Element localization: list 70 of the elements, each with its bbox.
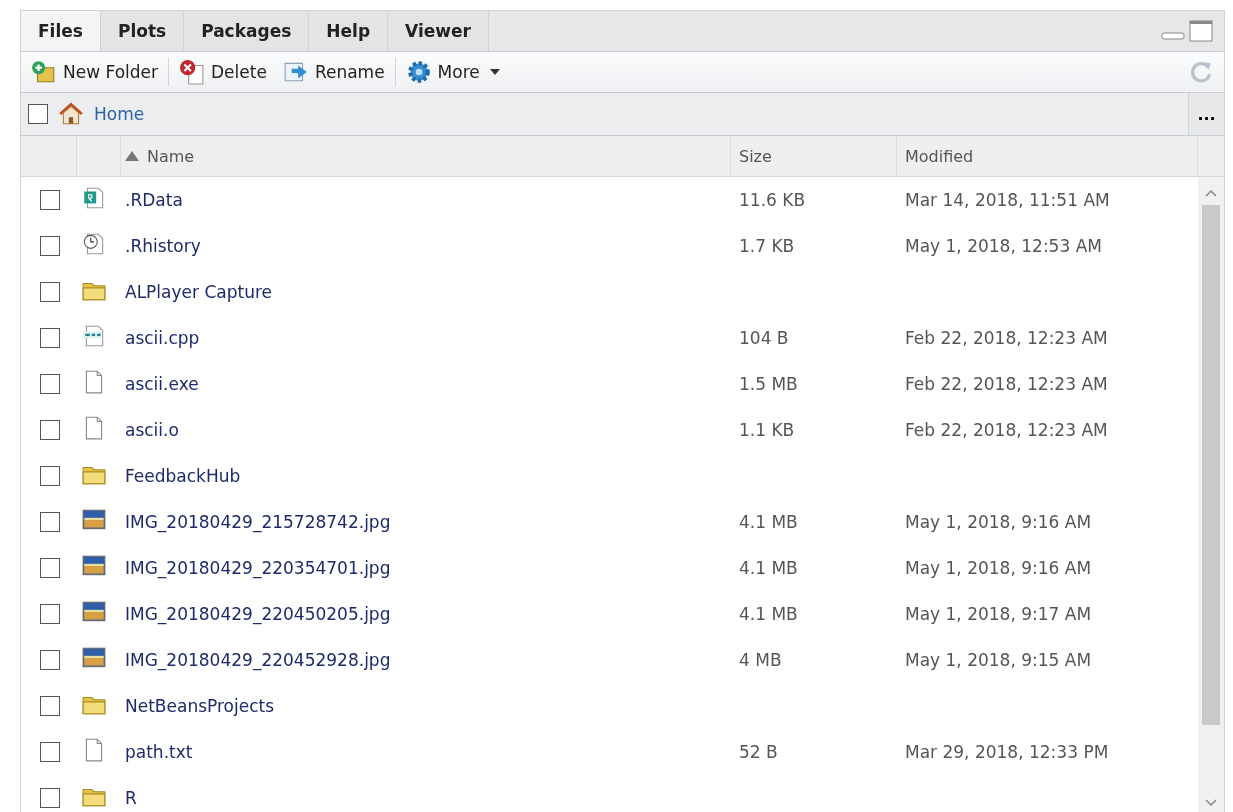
column-header[interactable]: Name	[121, 136, 731, 176]
file-size: 11.6 KB	[738, 190, 806, 210]
file-size: 104 B	[738, 328, 789, 348]
scroll-up-icon[interactable]	[1205, 189, 1217, 197]
home-icon[interactable]	[58, 101, 84, 127]
file-name-link[interactable]: IMG_20180429_220452928.jpg	[121, 650, 391, 670]
file-name-link[interactable]: IMG_20180429_215728742.jpg	[121, 512, 391, 532]
file-name-link[interactable]: path.txt	[121, 742, 193, 762]
more-button[interactable]: ...	[1188, 93, 1224, 135]
checkbox[interactable]	[40, 604, 60, 624]
checkbox[interactable]	[40, 374, 60, 394]
file-size: 1.1 KB	[738, 420, 795, 440]
file-name-link[interactable]: R	[121, 788, 137, 808]
file-size: 1.5 MB	[738, 374, 798, 394]
sort-ascending-icon	[125, 151, 139, 161]
column-header[interactable]: Size	[731, 136, 897, 176]
tab[interactable]: Files	[21, 11, 101, 51]
delete-icon	[179, 59, 206, 85]
file-size: 4 MB	[738, 650, 782, 670]
file-name-link[interactable]: ascii.exe	[121, 374, 199, 394]
modified-date: May 1, 2018, 9:16 AM	[904, 512, 1092, 532]
checkbox[interactable]	[40, 742, 60, 762]
toolbar-button[interactable]: Rename	[276, 57, 391, 87]
file-name-link[interactable]: NetBeansProjects	[121, 696, 275, 716]
checkbox[interactable]	[40, 466, 60, 486]
checkbox[interactable]	[40, 328, 60, 348]
checkbox[interactable]	[40, 420, 60, 440]
scroll-down-icon[interactable]	[1205, 799, 1217, 807]
scrollbar-thumb[interactable]	[1202, 205, 1220, 725]
scrollbar[interactable]	[1198, 177, 1224, 812]
modified-date: Feb 22, 2018, 12:23 AM	[904, 420, 1108, 440]
gear-icon	[405, 59, 432, 85]
checkbox[interactable]	[40, 190, 60, 210]
toolbar-button[interactable]: New Folder	[25, 57, 165, 87]
checkbox[interactable]	[28, 104, 48, 124]
checkbox[interactable]	[40, 558, 60, 578]
file-size: 4.1 MB	[738, 512, 798, 532]
checkbox[interactable]	[40, 650, 60, 670]
column-header[interactable]: Modified	[897, 136, 1198, 176]
caret-icon	[489, 69, 500, 75]
breadcrumb-link[interactable]: Home	[94, 104, 145, 124]
modified-date: May 1, 2018, 9:17 AM	[904, 604, 1092, 624]
file-name-link[interactable]: ascii.o	[121, 420, 179, 440]
file-name-link[interactable]: ascii.cpp	[121, 328, 200, 348]
file-name-link[interactable]: .RData	[121, 190, 183, 210]
file-name-link[interactable]: IMG_20180429_220354701.jpg	[121, 558, 391, 578]
checkbox[interactable]	[40, 512, 60, 532]
window-controls-icon[interactable]	[1160, 19, 1214, 43]
file-name-link[interactable]: .Rhistory	[121, 236, 201, 256]
checkbox[interactable]	[40, 788, 60, 808]
modified-date: Feb 22, 2018, 12:23 AM	[904, 328, 1108, 348]
modified-date: Feb 22, 2018, 12:23 AM	[904, 374, 1108, 394]
toolbar-button[interactable]: Delete	[173, 57, 273, 87]
new-folder-icon	[31, 59, 57, 85]
checkbox[interactable]	[40, 696, 60, 716]
toolbar-button[interactable]: More	[399, 57, 506, 87]
checkbox[interactable]	[40, 236, 60, 256]
modified-date: May 1, 2018, 12:53 AM	[904, 236, 1102, 256]
modified-date: Mar 29, 2018, 12:33 PM	[904, 742, 1109, 762]
file-name-link[interactable]: IMG_20180429_220450205.jpg	[121, 604, 391, 624]
file-size: 4.1 MB	[738, 604, 798, 624]
file-size: 4.1 MB	[738, 558, 798, 578]
modified-date: May 1, 2018, 9:16 AM	[904, 558, 1092, 578]
file-size: 1.7 KB	[738, 236, 795, 256]
checkbox[interactable]	[40, 282, 60, 302]
modified-date: Mar 14, 2018, 11:51 AM	[904, 190, 1110, 210]
modified-date: May 1, 2018, 9:15 AM	[904, 650, 1092, 670]
file-size: 52 B	[738, 742, 778, 762]
file-name-link[interactable]: FeedbackHub	[121, 466, 241, 486]
file-name-link[interactable]: ALPlayer Capture	[121, 282, 272, 302]
